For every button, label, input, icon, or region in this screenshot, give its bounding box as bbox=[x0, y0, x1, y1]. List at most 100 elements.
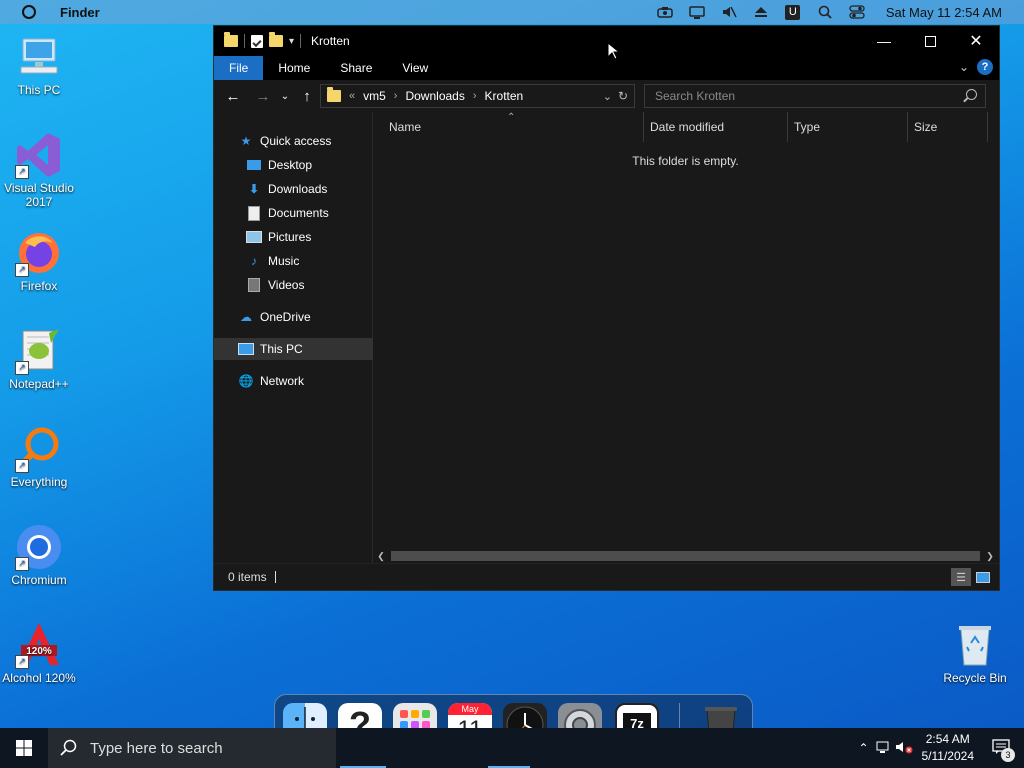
minimize-icon: — bbox=[877, 33, 891, 49]
close-button[interactable]: ✕ bbox=[953, 26, 999, 56]
details-view-icon[interactable]: ☰ bbox=[951, 568, 971, 586]
maximize-icon bbox=[924, 35, 936, 47]
apple-menu-icon[interactable] bbox=[22, 5, 36, 19]
system-tray: ⌃ 2:54 AM 5/11/2024 3 bbox=[854, 728, 1024, 768]
u-badge-icon[interactable]: U bbox=[784, 4, 802, 20]
column-label: Size bbox=[914, 120, 938, 134]
desktop-icon-firefox[interactable]: ↗ Firefox bbox=[0, 229, 78, 293]
back-button[interactable]: ← bbox=[222, 88, 244, 105]
breadcrumb-downloads[interactable]: Downloads bbox=[405, 89, 464, 103]
tab-share[interactable]: Share bbox=[325, 56, 387, 80]
shortcut-arrow-icon: ↗ bbox=[15, 655, 29, 669]
network-icon[interactable] bbox=[874, 740, 894, 757]
taskbar-clock[interactable]: 2:54 AM 5/11/2024 bbox=[922, 731, 975, 765]
taskbar-search-placeholder: Type here to search bbox=[90, 739, 223, 757]
horizontal-scrollbar[interactable]: ❮ ❯ bbox=[373, 548, 998, 564]
tab-file[interactable]: File bbox=[214, 56, 264, 80]
menu-bar: Finder U Sat May 11 2:54 AM bbox=[0, 0, 1024, 24]
desktop-icon-everything[interactable]: ↗ Everything bbox=[0, 425, 78, 489]
status-bar: 0 items ☰ bbox=[214, 563, 999, 590]
nav-item-label: This PC bbox=[260, 342, 303, 356]
notification-count-badge: 3 bbox=[1001, 747, 1015, 762]
column-type[interactable]: Type bbox=[788, 112, 908, 142]
sort-ascending-icon: ⌃ bbox=[507, 112, 516, 123]
up-button[interactable]: ↑ bbox=[296, 88, 318, 105]
address-bar[interactable]: « vm5 › Downloads › Krotten ⌄ ↻ bbox=[320, 84, 635, 108]
control-center-icon[interactable] bbox=[848, 5, 866, 19]
breadcrumb-separator-icon[interactable]: › bbox=[473, 90, 477, 102]
desktop-icon-label: Chromium bbox=[11, 573, 67, 587]
visual-studio-icon: ↗ bbox=[15, 131, 63, 179]
folder-icon bbox=[224, 32, 238, 47]
everything-search-icon: ↗ bbox=[15, 425, 63, 473]
column-size[interactable]: Size bbox=[908, 112, 988, 142]
file-list[interactable]: Name ⌃ Date modified Type Size This fold… bbox=[373, 112, 999, 564]
address-overflow[interactable]: « bbox=[349, 90, 355, 102]
desktop-icon-notepadpp[interactable]: ↗ Notepad++ bbox=[0, 327, 78, 391]
notifications-icon[interactable]: 3 bbox=[986, 738, 1016, 762]
taskbar-search[interactable]: Type here to search bbox=[48, 728, 336, 768]
maximize-button[interactable] bbox=[907, 26, 953, 56]
nav-item-label: OneDrive bbox=[260, 310, 311, 324]
nav-item-onedrive[interactable]: ☁ OneDrive bbox=[214, 306, 394, 328]
breadcrumb-vm5[interactable]: vm5 bbox=[363, 89, 386, 103]
windows-logo-icon bbox=[16, 740, 32, 756]
desktop-icon-label: Notepad++ bbox=[9, 377, 69, 391]
eject-icon[interactable] bbox=[752, 5, 770, 19]
new-folder-icon[interactable] bbox=[269, 32, 283, 47]
search-box[interactable] bbox=[644, 84, 986, 108]
scroll-right-icon[interactable]: ❯ bbox=[982, 548, 998, 564]
desktop-icon-visual-studio[interactable]: ↗ Visual Studio 2017 bbox=[0, 131, 78, 209]
nav-item-network[interactable]: 🌐 Network bbox=[214, 370, 394, 392]
music-note-icon: ♪ bbox=[251, 254, 257, 268]
desktop-icon-recycle-bin[interactable]: Recycle Bin bbox=[936, 621, 1014, 685]
search-icon[interactable] bbox=[816, 5, 834, 19]
column-label: Name bbox=[389, 120, 422, 134]
address-dropdown-icon[interactable]: ⌄ bbox=[603, 90, 612, 103]
menubar-clock[interactable]: Sat May 11 2:54 AM bbox=[886, 5, 1002, 20]
properties-icon[interactable] bbox=[251, 34, 263, 48]
expand-ribbon-chevron-icon[interactable]: ⌄ bbox=[959, 60, 969, 74]
recent-locations-chevron-icon[interactable]: ⌄ bbox=[274, 91, 296, 102]
scroll-thumb[interactable] bbox=[391, 551, 980, 561]
desktop-icon-chromium[interactable]: ↗ Chromium bbox=[0, 523, 78, 587]
start-button[interactable] bbox=[0, 728, 48, 768]
large-icons-view-icon[interactable] bbox=[973, 568, 993, 586]
minimize-button[interactable]: — bbox=[861, 26, 907, 56]
nav-item-label: Network bbox=[260, 374, 305, 388]
nav-item-quick-access[interactable]: ★ Quick access bbox=[214, 130, 394, 152]
customize-toolbar-icon[interactable]: ▾ bbox=[289, 36, 294, 47]
taskbar: Type here to search ⌃ 2:54 AM 5/11/2024 … bbox=[0, 728, 1024, 768]
forward-button[interactable]: → bbox=[252, 88, 274, 105]
show-hidden-icons-chevron-icon[interactable]: ⌃ bbox=[854, 741, 874, 755]
volume-muted-icon[interactable] bbox=[894, 740, 914, 757]
column-label: Date modified bbox=[650, 120, 725, 134]
nav-item-this-pc[interactable]: This PC bbox=[214, 338, 394, 360]
help-icon[interactable]: ? bbox=[977, 59, 993, 75]
breadcrumb-separator-icon[interactable]: › bbox=[394, 90, 398, 102]
download-arrow-icon: ⬇ bbox=[248, 182, 260, 196]
nav-item-label: Desktop bbox=[268, 158, 313, 172]
mute-icon[interactable] bbox=[720, 5, 738, 19]
display-icon[interactable] bbox=[688, 5, 706, 19]
desktop-icon-this-pc[interactable]: This PC bbox=[0, 33, 78, 97]
status-divider bbox=[274, 571, 276, 583]
search-input[interactable] bbox=[653, 88, 957, 104]
breadcrumb-krotten[interactable]: Krotten bbox=[485, 89, 524, 103]
camera-icon[interactable] bbox=[656, 5, 674, 19]
tab-home[interactable]: Home bbox=[263, 56, 325, 80]
empty-folder-message: This folder is empty. bbox=[632, 154, 739, 168]
document-icon bbox=[246, 205, 262, 221]
scroll-left-icon[interactable]: ❮ bbox=[373, 548, 389, 564]
refresh-icon[interactable]: ↻ bbox=[618, 89, 628, 103]
item-count: 0 items bbox=[228, 570, 267, 584]
taskbar-time: 2:54 AM bbox=[925, 732, 970, 746]
tab-view[interactable]: View bbox=[387, 56, 443, 80]
column-header-row: Name ⌃ Date modified Type Size bbox=[373, 112, 999, 143]
svg-text:120%: 120% bbox=[26, 646, 52, 657]
desktop-icon-alcohol[interactable]: 120% ↗ Alcohol 120% bbox=[0, 621, 78, 685]
active-app-name[interactable]: Finder bbox=[60, 5, 100, 20]
shortcut-arrow-icon: ↗ bbox=[15, 263, 29, 277]
column-date-modified[interactable]: Date modified bbox=[644, 112, 788, 142]
search-icon[interactable] bbox=[966, 89, 977, 100]
